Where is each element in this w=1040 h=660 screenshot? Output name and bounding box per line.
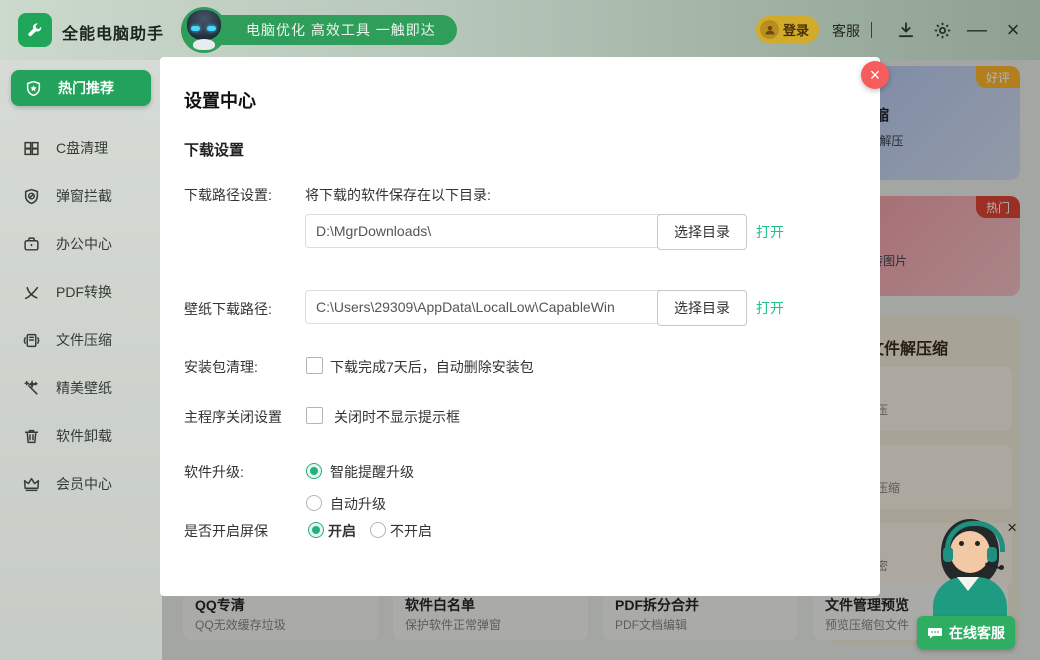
close-setting-checkbox[interactable]: [306, 407, 323, 424]
sidebar-item-wallpaper[interactable]: 精美壁纸: [0, 368, 162, 408]
online-service-label: 在线客服: [949, 623, 1005, 643]
choose-directory-button[interactable]: 选择目录: [657, 290, 747, 326]
login-label: 登录: [783, 20, 809, 39]
choose-directory-button[interactable]: 选择目录: [657, 214, 747, 250]
sidebar-item-uninstall[interactable]: 软件卸载: [0, 416, 162, 456]
close-icon: ×: [1007, 19, 1020, 41]
sidebar: 热门推荐 C盘清理 弹窗拦截: [0, 60, 162, 660]
promo-banner-text: 电脑优化 高效工具 一触即达: [246, 20, 436, 40]
close-window-button[interactable]: ×: [1002, 19, 1024, 41]
screensaver-label: 是否开启屏保: [184, 521, 268, 541]
grid-icon: [22, 139, 40, 157]
wallpaper-path-input[interactable]: [305, 290, 663, 324]
screensaver-option-on: 开启: [328, 521, 356, 541]
chat-bubble-icon: [927, 625, 943, 641]
open-directory-link[interactable]: 打开: [756, 298, 784, 318]
robot-body: [193, 39, 215, 50]
download-path-input[interactable]: [305, 214, 663, 248]
close-setting-option: 关闭时不显示提示框: [334, 407, 460, 427]
headset-earcup-icon: [943, 547, 953, 562]
magic-wand-icon: [22, 379, 40, 397]
sidebar-item-label: 会员中心: [56, 474, 112, 494]
customer-service-widget: × 在线客服: [905, 513, 1035, 658]
login-button[interactable]: 登录: [756, 16, 819, 43]
app-logo: [18, 13, 52, 47]
download-path-label: 下载路径设置:: [184, 185, 272, 205]
package-clean-option: 下载完成7天后，自动删除安装包: [330, 357, 534, 377]
pdf-icon: [22, 283, 40, 301]
upgrade-radio-auto[interactable]: [306, 495, 322, 511]
crown-icon: [22, 475, 40, 493]
minimize-button[interactable]: —: [966, 19, 988, 41]
compress-icon: [22, 331, 40, 349]
online-service-button[interactable]: 在线客服: [917, 616, 1015, 649]
topbar-divider: [871, 22, 872, 38]
app-title: 全能电脑助手: [62, 20, 164, 44]
headset-mic-icon: [999, 565, 1004, 570]
sidebar-item-c-drive-clean[interactable]: C盘清理: [0, 128, 162, 168]
app-window: 全能电脑助手 电脑优化 高效工具 一触即达 登录 客服: [0, 0, 1040, 660]
shield-block-icon: [22, 187, 40, 205]
download-path-hint: 将下载的软件保存在以下目录:: [305, 185, 491, 205]
download-icon: [897, 21, 915, 39]
package-clean-label: 安装包清理:: [184, 357, 258, 377]
robot-mascot-icon: [181, 7, 227, 53]
sidebar-item-label: C盘清理: [56, 138, 108, 158]
trash-icon: [22, 427, 40, 445]
upgrade-option-smart: 智能提醒升级: [330, 462, 414, 482]
settings-button[interactable]: [931, 19, 953, 41]
download-manager-button[interactable]: [895, 19, 917, 41]
modal-title: 设置中心: [184, 87, 256, 113]
upgrade-radio-smart[interactable]: [306, 463, 322, 479]
robot-eye: [207, 26, 216, 31]
sidebar-item-pdf-convert[interactable]: PDF转换: [0, 272, 162, 312]
section-download-settings: 下载设置: [184, 139, 244, 160]
sidebar-item-file-compress[interactable]: 文件压缩: [0, 320, 162, 360]
modal-close-button[interactable]: ×: [861, 61, 889, 89]
gear-icon: [933, 21, 952, 40]
wrench-icon: [26, 21, 44, 39]
robot-head: [187, 10, 221, 40]
avatar-collar: [957, 577, 979, 591]
headset-earcup-icon: [987, 547, 997, 562]
minimize-icon: —: [967, 19, 987, 41]
sidebar-item-label: 文件压缩: [56, 330, 112, 350]
badge-star-icon: [24, 79, 42, 97]
robot-eye: [191, 26, 200, 31]
customer-service-avatar[interactable]: [925, 519, 1015, 631]
sidebar-item-label: PDF转换: [56, 282, 112, 302]
user-avatar-icon: [760, 20, 779, 39]
close-icon: ×: [870, 65, 881, 86]
wallpaper-path-label: 壁纸下载路径:: [184, 299, 272, 319]
sidebar-item-label: 办公中心: [56, 234, 112, 254]
sidebar-item-label: 精美壁纸: [56, 378, 112, 398]
sidebar-item-popup-block[interactable]: 弹窗拦截: [0, 176, 162, 216]
upgrade-label: 软件升级:: [184, 462, 244, 482]
customer-service-link[interactable]: 客服: [832, 21, 860, 41]
briefcase-icon: [22, 235, 40, 253]
settings-modal: 设置中心 下载设置 下载路径设置: 将下载的软件保存在以下目录: 选择目录 打开…: [160, 57, 880, 596]
screensaver-option-off: 不开启: [390, 521, 432, 541]
sidebar-item-label: 软件卸载: [56, 426, 112, 446]
upgrade-option-auto: 自动升级: [330, 494, 386, 514]
sidebar-item-office-center[interactable]: 办公中心: [0, 224, 162, 264]
promo-banner: 电脑优化 高效工具 一触即达: [204, 15, 457, 45]
sidebar-item-label: 热门推荐: [58, 78, 114, 98]
sidebar-item-label: 弹窗拦截: [56, 186, 112, 206]
sidebar-item-vip-center[interactable]: 会员中心: [0, 464, 162, 504]
close-setting-label: 主程序关闭设置: [184, 407, 282, 427]
sidebar-item-hot-recommend[interactable]: 热门推荐: [11, 70, 151, 106]
screensaver-radio-off[interactable]: [370, 522, 386, 538]
top-bar: 全能电脑助手 电脑优化 高效工具 一触即达 登录 客服: [0, 0, 1040, 60]
screensaver-radio-on[interactable]: [308, 522, 324, 538]
open-directory-link[interactable]: 打开: [756, 222, 784, 242]
package-clean-checkbox[interactable]: [306, 357, 323, 374]
